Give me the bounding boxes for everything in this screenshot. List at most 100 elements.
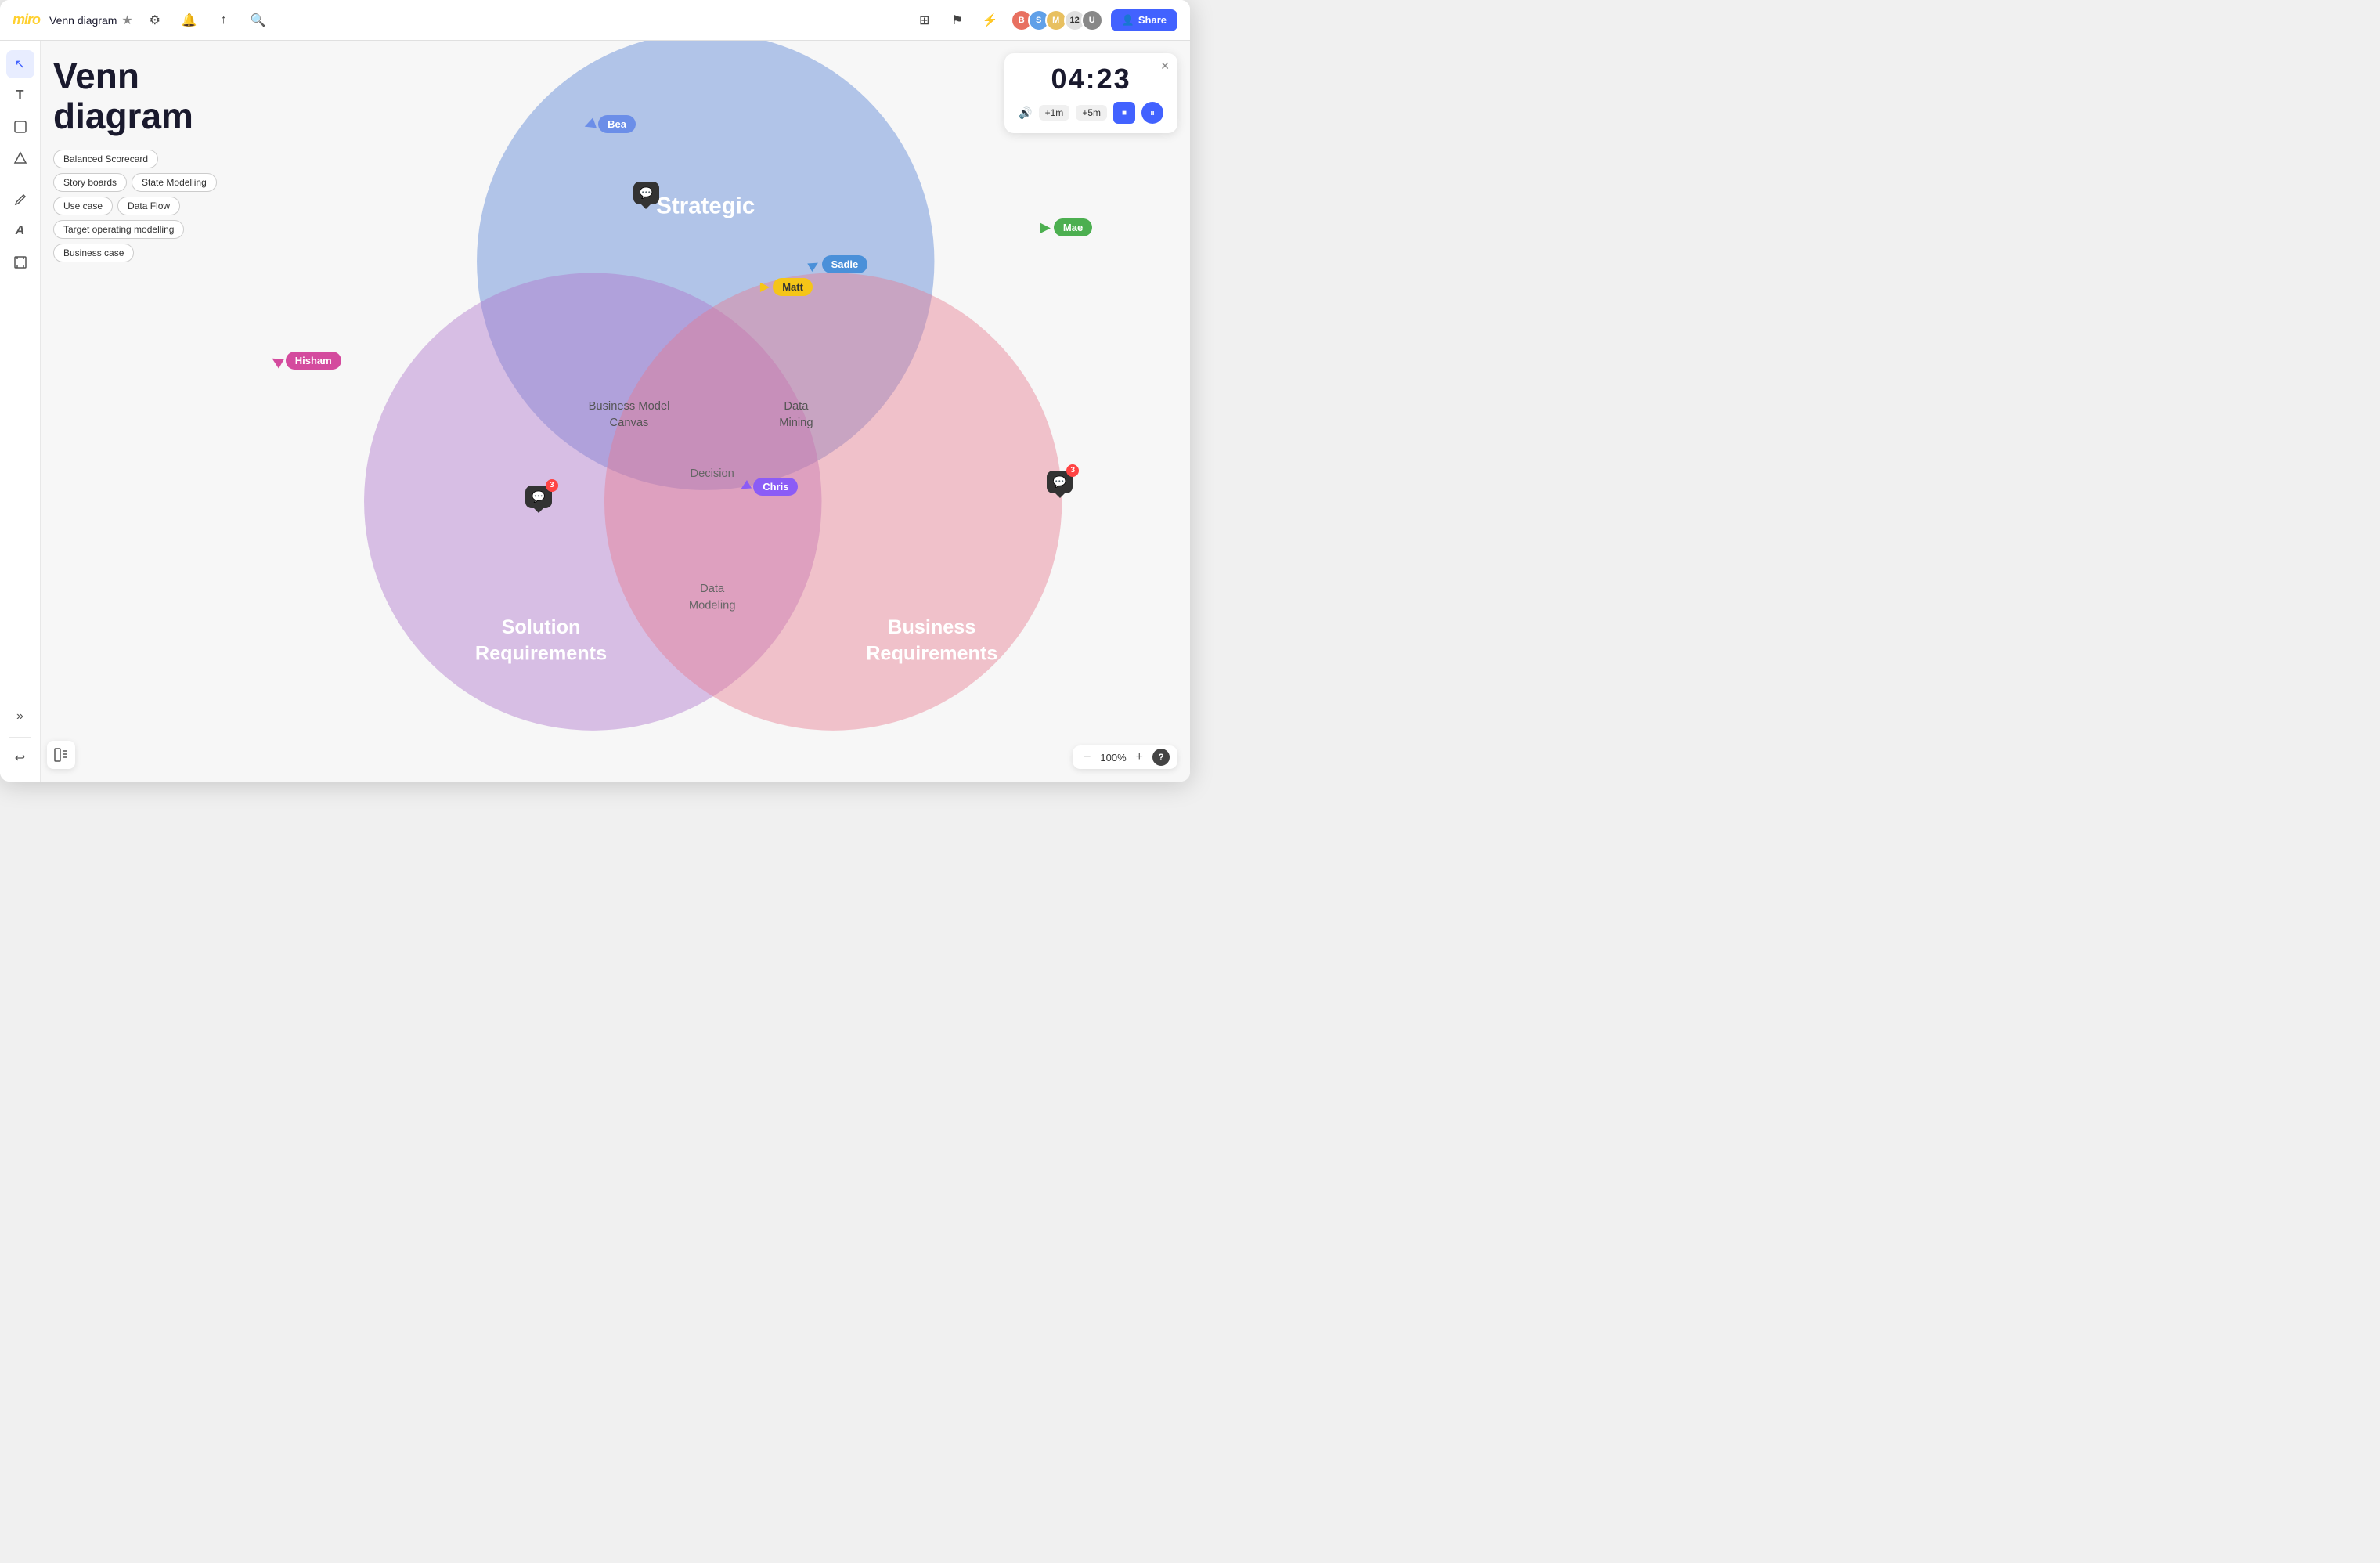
zoom-controls: − 100% + ? [1073,745,1177,769]
zoom-help-button[interactable]: ? [1152,749,1170,766]
select-tool[interactable]: ↖ [6,50,34,78]
label-dm: Data [784,400,809,413]
tag-row-4: Target operating modelling [53,220,217,239]
pen-tool[interactable] [6,186,34,214]
frame-tool[interactable] [6,248,34,276]
cursor-sadie: ▶ Sadie [809,255,867,273]
timer-controls: 🔊 +1m +5m ■ ⏸ [1019,102,1163,124]
label-bmc: Business Model [589,400,670,413]
lightning-icon[interactable]: ⚡ [978,8,1003,33]
heading-line1: Venn [53,56,139,96]
cursor-badge-mae: Mae [1054,218,1092,236]
cursor-badge-chris: Chris [753,478,798,496]
label-bmc-2: Canvas [610,417,649,429]
venn-svg: Strategic Solution Requirements Business… [213,41,1190,782]
share-icon: 👤 [1122,14,1134,27]
avatar-group: B S M 12 U [1011,9,1103,31]
cursor-badge-bea: Bea [598,115,636,133]
tag-target-operating[interactable]: Target operating modelling [53,220,184,239]
topbar-right: ⊞ ⚑ ⚡ B S M 12 U 👤 Share [912,8,1177,33]
sidebar-tags: Venn diagram Balanced Scorecard Story bo… [53,56,217,267]
topbar: miro Venn diagram ★ ⚙ 🔔 ↑ 🔍 ⊞ ⚑ ⚡ B S M … [0,0,1190,41]
cursor-arrow-matt: ▶ [760,279,770,294]
timer-add-5m[interactable]: +5m [1076,105,1107,121]
cursor-arrow-mae: ▶ [1040,219,1051,236]
main-area: ↖ T A » ↩ Ven [0,41,1190,782]
tag-data-flow[interactable]: Data Flow [117,197,180,215]
heading-line2: diagram [53,96,193,136]
timer-add-1m[interactable]: +1m [1039,105,1070,121]
sticky-tool[interactable] [6,113,34,141]
bottom-toolbar [47,741,75,769]
tag-row-2: Story boards State Modelling [53,173,217,192]
label-data-modeling-2: Modeling [689,599,736,612]
timer-minutes: 04 [1051,63,1086,95]
label-dm-2: Mining [779,417,813,429]
timer-stop-button[interactable]: ■ [1113,102,1135,124]
cursor-chris: ▶ Chris [741,478,799,496]
timer-display: 04:23 [1051,63,1131,96]
miro-logo: miro [13,12,40,28]
label-business: Business [888,616,975,638]
label-strategic: Strategic [656,193,755,219]
comment-count-bl: 3 [546,479,558,492]
timer-widget: ✕ 04:23 🔊 +1m +5m ■ ⏸ [1004,53,1177,133]
text-tool[interactable]: T [6,81,34,110]
timer-colon: : [1086,63,1097,95]
diagram-title: Venn diagram ★ [49,13,133,28]
comment-bubble-bl-inner[interactable]: 💬 3 [525,486,551,508]
tag-story-boards[interactable]: Story boards [53,173,127,192]
share-button[interactable]: 👤 Share [1111,9,1177,31]
panel-toggle-button[interactable] [47,741,75,769]
tag-row-3: Use case Data Flow [53,197,217,215]
avatar-main: U [1081,9,1103,31]
font-tool[interactable]: A [6,217,34,245]
flag-icon[interactable]: ⚑ [945,8,970,33]
diagram-heading: Venn diagram [53,56,217,135]
tag-row-5: Business case [53,244,217,262]
timer-volume-icon[interactable]: 🔊 [1019,106,1032,120]
cursor-badge-hisham: Hisham [286,352,341,370]
comment-count-br: 3 [1066,464,1079,477]
label-solution-2: Requirements [475,642,607,664]
cursor-arrow-hisham: ▶ [269,351,286,370]
settings-icon[interactable]: ⚙ [142,8,168,33]
timer-close-button[interactable]: ✕ [1160,60,1170,73]
zoom-out-button[interactable]: − [1080,750,1094,764]
timer-pause-button[interactable]: ⏸ [1141,102,1163,124]
notifications-icon[interactable]: 🔔 [177,8,202,33]
comment-bubble-bl[interactable]: 💬 3 [525,486,551,508]
share-upload-icon[interactable]: ↑ [211,8,236,33]
label-data-modeling: Data [700,583,725,595]
comment-bubble-top[interactable]: 💬 [633,182,659,204]
shape-tool[interactable] [6,144,34,172]
cursor-mae: ▶ Mae [1040,218,1092,236]
tag-row-1: Balanced Scorecard [53,150,217,168]
canvas-area[interactable]: Venn diagram Balanced Scorecard Story bo… [41,41,1190,782]
cursor-arrow-bea: ▶ [582,114,597,133]
tag-balanced-scorecard[interactable]: Balanced Scorecard [53,150,158,168]
search-icon[interactable]: 🔍 [246,8,271,33]
label-decision: Decision [690,467,734,480]
comment-bubble-br[interactable]: 💬 3 [1047,471,1073,493]
venn-container: Strategic Solution Requirements Business… [213,41,1190,782]
undo-tool[interactable]: ↩ [6,744,34,772]
cursor-matt: ▶ Matt [760,278,813,296]
tag-use-case[interactable]: Use case [53,197,113,215]
star-icon[interactable]: ★ [121,13,132,28]
cursor-badge-sadie: Sadie [822,255,868,273]
left-toolbar: ↖ T A » ↩ [0,41,41,782]
label-business-2: Requirements [866,642,997,664]
share-label: Share [1138,14,1167,26]
label-solution: Solution [502,616,581,638]
zoom-in-button[interactable]: + [1133,750,1146,764]
tag-state-modelling[interactable]: State Modelling [132,173,217,192]
diagram-title-text: Venn diagram [49,14,117,27]
tag-business-case[interactable]: Business case [53,244,134,262]
more-tools[interactable]: » [6,702,34,731]
zoom-level: 100% [1100,752,1126,763]
cursor-badge-matt: Matt [773,278,813,296]
cursor-bea: ▶ Bea [584,115,636,133]
timer-seconds: 23 [1097,63,1131,95]
apps-icon[interactable]: ⊞ [912,8,937,33]
